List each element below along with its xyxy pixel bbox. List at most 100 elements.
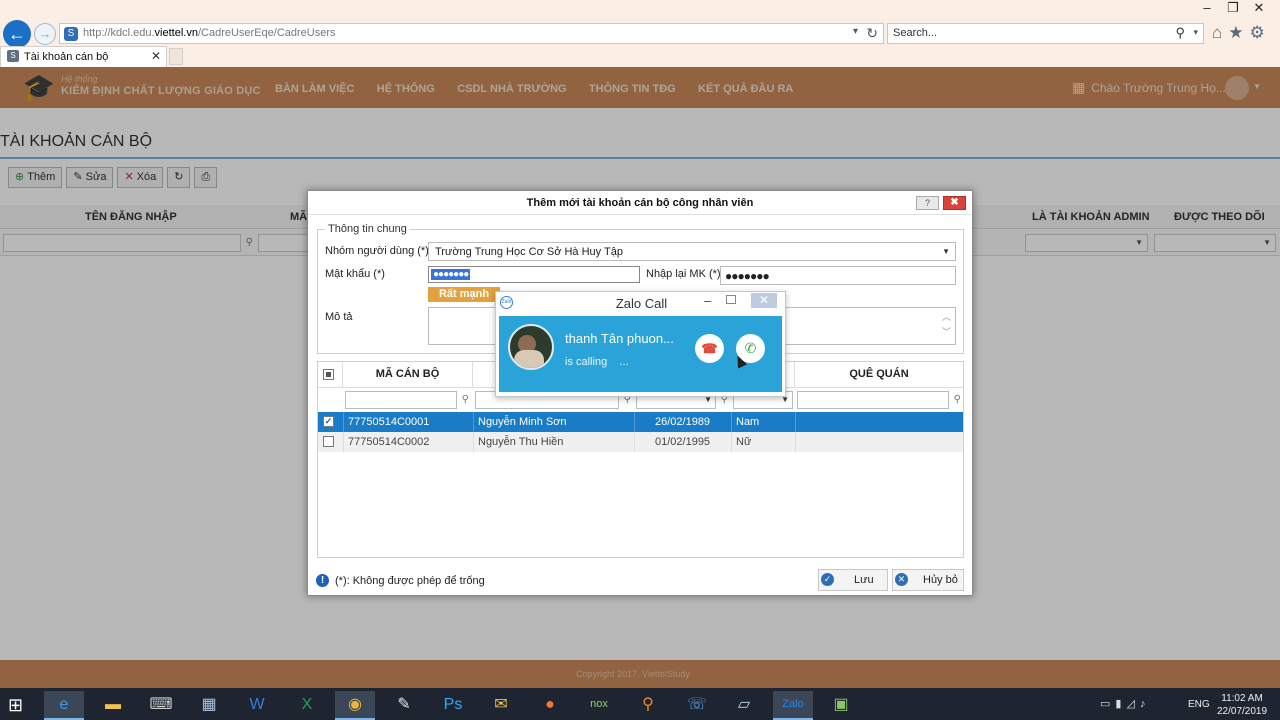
browser-search-input[interactable]: Search... ⚲ ▾ [887,23,1204,44]
gear-icon[interactable]: ⚙ [1250,23,1271,42]
filter-icon[interactable]: ⚲ [954,394,961,405]
confirm-password-field[interactable]: ●●●●●●● [720,266,956,285]
tab-title: Tài khoản cán bộ [24,51,109,63]
filter-icon[interactable]: ⚲ [462,394,469,405]
notes-icon[interactable]: ▱ [724,691,764,720]
check-icon: ✓ [821,573,834,586]
excel-icon[interactable]: X [287,691,327,720]
call-status: is calling ... [565,356,629,368]
search-dropdown-icon[interactable]: ▾ [1193,27,1198,38]
info-icon: ! [316,574,329,587]
section-legend: Thông tin chung [325,223,410,235]
chevron-down-icon: ▼ [942,247,950,256]
user-group-value: Trường Trung Học Cơ Sở Hà Huy Tập [435,246,623,258]
site-favicon-icon: S [64,27,78,41]
password-field[interactable]: ●●●●●●● [428,266,640,283]
address-bar[interactable]: S http://kdcl.edu.viettel.vn/CadreUserEq… [59,23,884,44]
back-arrow-icon[interactable]: ← [3,20,31,48]
tab-favicon-icon: S [7,50,19,62]
table-row[interactable]: 77750514C0002 Nguyễn Thu Hiền 01/02/1995… [318,432,963,452]
dialog-footer: ! (*): Không được phép để trống ✓ Lưu ✕ … [308,565,972,595]
minimize-icon[interactable]: – [1194,0,1220,15]
clock-date: 22/07/2019 [1217,706,1268,717]
caller-avatar [508,324,554,370]
cell-dob: 01/02/1995 [655,436,711,448]
col-ma-can-bo[interactable]: MÃ CÁN BỘ [343,362,473,387]
tab-strip: S Tài khoản cán bộ ✕ [0,46,1280,67]
save-label: Lưu [854,574,874,586]
select-all-checkbox[interactable] [323,369,334,380]
forward-arrow-icon[interactable]: → [34,23,56,45]
chrome-icon[interactable]: ◉ [335,691,375,720]
window-close-icon[interactable]: ✕ [1246,0,1272,16]
maximize-icon[interactable] [726,295,736,304]
home-icon[interactable]: ⌂ [1212,23,1228,42]
app-icon[interactable]: ▣ [821,691,861,720]
windows-taskbar: ⊞ e ▬ ⌨ ▦ W X ◉ ✎ Ps ✉ ● nox ⚲ ☏ ▱ Zalo … [0,688,1280,720]
firefox-icon[interactable]: ● [530,691,570,720]
cell-dob: 26/02/1989 [655,416,711,428]
cancel-label: Hủy bỏ [923,574,958,586]
confirm-password-label: Nhập lại MK (*) [646,268,721,280]
password-strength-badge: Rất mạnh [428,287,500,302]
clock[interactable]: 11:02 AM 22/07/2019 [1217,692,1267,718]
scanner-icon[interactable]: ⌨ [141,691,181,720]
mail-icon[interactable]: ✉ [481,691,521,720]
restore-icon[interactable]: ❐ [1220,0,1246,16]
cell-name: Nguyễn Minh Sơn [478,416,567,428]
nox-icon[interactable]: nox [579,691,619,720]
filter-code-input[interactable]: ⚲ [345,391,469,409]
keyboard-icon[interactable]: ▭ [1100,698,1115,710]
windows-start-icon[interactable]: ⊞ [8,695,23,716]
call-status-dots: ... [619,356,629,368]
input-language[interactable]: ENG [1188,699,1210,710]
new-tab-button[interactable] [169,48,183,65]
minimize-icon[interactable]: – [704,293,711,308]
phone-app-icon[interactable]: ☏ [677,691,717,720]
row-checkbox[interactable]: ✓ [323,416,334,427]
cancel-button[interactable]: ✕ Hủy bỏ [892,569,964,591]
file-explorer-icon[interactable]: ▬ [93,691,133,720]
scroll-arrows-icon[interactable]: ︿ ﹀ [942,310,951,340]
search-icon[interactable]: ⚲ [1175,25,1185,41]
paint-icon[interactable]: ✎ [384,691,424,720]
internet-explorer-icon[interactable]: e [44,691,84,720]
network-icon[interactable]: ◿ [1126,698,1139,710]
cell-code: 77750514C0001 [348,416,430,428]
table-row[interactable]: ✓ 77750514C0001 Nguyễn Minh Sơn 26/02/19… [318,412,963,432]
search-placeholder: Search... [893,27,938,39]
battery-icon[interactable]: ▮ [1115,698,1126,710]
caller-name: thanh Tân phuon... [565,331,674,346]
cell-name: Nguyễn Thu Hiền [478,436,564,448]
select-all-header[interactable] [318,362,343,387]
call-status-text: is calling [565,356,608,368]
row-checkbox[interactable] [323,436,334,447]
tab-close-icon[interactable]: ✕ [151,49,161,63]
photoshop-icon[interactable]: Ps [433,691,473,720]
browser-chrome: ← → S http://kdcl.edu.viettel.vn/CadreUs… [0,0,1280,67]
word-icon[interactable]: W [237,691,277,720]
dialog-close-button[interactable]: ✖ [943,196,966,210]
dialog-header: Thêm mới tài khoản cán bộ công nhân viên… [308,191,972,215]
search-app-icon[interactable]: ⚲ [628,691,668,720]
star-icon[interactable]: ★ [1228,23,1249,42]
confirm-password-value: ●●●●●●● [725,269,770,283]
tab-tai-khoan-can-bo[interactable]: S Tài khoản cán bộ ✕ [0,46,167,67]
user-group-select[interactable]: Trường Trung Học Cơ Sở Hà Huy Tập ▼ [428,242,956,261]
cell-gender: Nam [736,416,760,428]
save-button[interactable]: ✓ Lưu [818,569,888,591]
volume-icon[interactable]: ♪ [1140,698,1151,710]
close-icon[interactable]: ✕ [751,293,777,308]
window-controls: – ❐ ✕ [1194,0,1272,16]
address-url[interactable]: http://kdcl.edu.viettel.vn/CadreUserEqe/… [83,27,336,39]
zalo-taskbar-icon[interactable]: Zalo [773,691,813,720]
col-que-quan[interactable]: QUÊ QUÁN [795,362,963,387]
decline-call-button[interactable]: ☎ [695,334,724,363]
help-button[interactable]: ? [916,196,939,210]
address-dropdown-icon[interactable]: ▾ [853,26,858,37]
calculator-icon[interactable]: ▦ [189,691,229,720]
refresh-icon[interactable]: ↻ [866,25,878,42]
filter-hometown-input[interactable]: ⚲ [797,391,961,409]
zalo-call-popup: Zalo Zalo Call – ✕ thanh Tân phuon... is… [495,291,786,397]
description-label: Mô tả [325,311,353,323]
